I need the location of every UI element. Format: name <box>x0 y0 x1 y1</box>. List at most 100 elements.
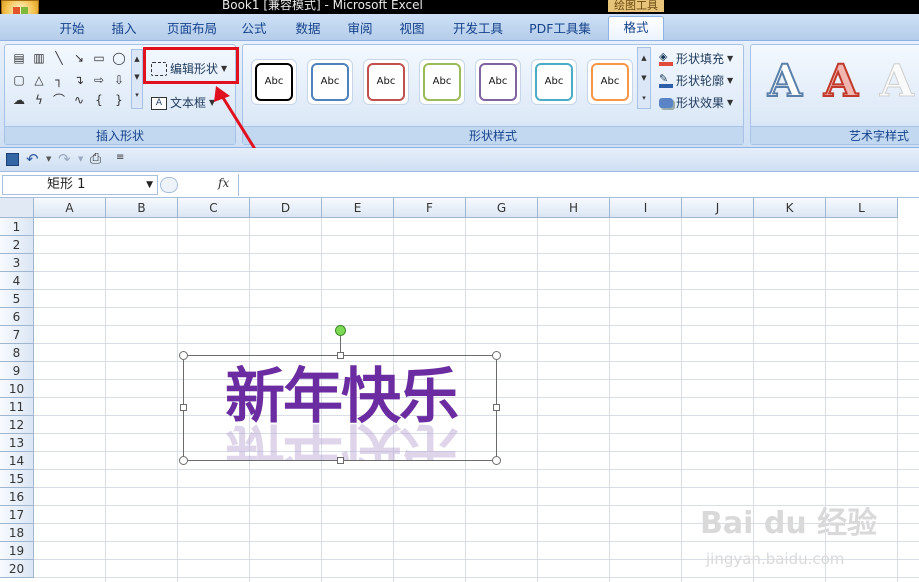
curve-shape-icon[interactable]: ∿ <box>71 93 87 107</box>
text-box-button[interactable]: A 文本框 ▼ <box>151 93 215 113</box>
row-header-16[interactable]: 16 <box>0 488 34 506</box>
shape-style-1[interactable]: Abc <box>251 59 297 105</box>
column-header-A[interactable]: A <box>34 198 106 218</box>
column-header-D[interactable]: D <box>250 198 322 218</box>
row-header-15[interactable]: 15 <box>0 470 34 488</box>
column-header-L[interactable]: L <box>826 198 898 218</box>
column-header-C[interactable]: C <box>178 198 250 218</box>
vertical-textbox-icon[interactable]: ▥ <box>31 51 47 65</box>
tab-developer[interactable]: 开发工具 <box>446 18 510 40</box>
row-header-1[interactable]: 1 <box>0 218 34 236</box>
resize-handle-bottom-left[interactable] <box>179 456 188 465</box>
resize-handle-top-right[interactable] <box>492 351 501 360</box>
row-header-3[interactable]: 3 <box>0 254 34 272</box>
row-header-11[interactable]: 11 <box>0 398 34 416</box>
row-header-18[interactable]: 18 <box>0 524 34 542</box>
undo-icon[interactable]: ↶ <box>26 150 39 168</box>
resize-handle-bottom[interactable] <box>337 457 344 464</box>
resize-handle-right[interactable] <box>493 404 500 411</box>
name-box[interactable]: 矩形 1 ▼ <box>2 175 158 195</box>
row-header-5[interactable]: 5 <box>0 290 34 308</box>
row-header-13[interactable]: 13 <box>0 434 34 452</box>
tab-data[interactable]: 数据 <box>288 18 328 40</box>
tab-formulas[interactable]: 公式 <box>236 18 272 40</box>
column-header-I[interactable]: I <box>610 198 682 218</box>
formula-resize-handle[interactable] <box>160 177 178 193</box>
row-header-19[interactable]: 19 <box>0 542 34 560</box>
resize-handle-left[interactable] <box>180 404 187 411</box>
tab-review[interactable]: 审阅 <box>342 18 378 40</box>
styles-gallery-scroll[interactable]: ▲ ▼ ▾ <box>637 47 651 109</box>
oval-shape-icon[interactable]: ◯ <box>111 51 127 65</box>
row-header-10[interactable]: 10 <box>0 380 34 398</box>
tab-view[interactable]: 视图 <box>394 18 430 40</box>
row-header-2[interactable]: 2 <box>0 236 34 254</box>
shape-style-3[interactable]: Abc <box>363 59 409 105</box>
tab-pdf-tools[interactable]: PDF工具集 <box>524 18 596 40</box>
rectangle-shape-icon[interactable]: ▭ <box>91 51 107 65</box>
wordart-style-white[interactable]: A <box>871 56 919 107</box>
shape-style-5[interactable]: Abc <box>475 59 521 105</box>
scribble-shape-icon[interactable]: ϟ <box>31 93 47 107</box>
elbow-arrow-icon[interactable]: ↴ <box>71 73 87 87</box>
row-header-8[interactable]: 8 <box>0 344 34 362</box>
column-header-B[interactable]: B <box>106 198 178 218</box>
tab-insert[interactable]: 插入 <box>104 18 144 40</box>
column-header-F[interactable]: F <box>394 198 466 218</box>
tab-home[interactable]: 开始 <box>52 18 92 40</box>
rotation-handle[interactable] <box>335 325 346 336</box>
print-preview-icon[interactable]: ⎙ <box>90 151 101 167</box>
row-header-14[interactable]: 14 <box>0 452 34 470</box>
right-brace-shape-icon[interactable]: } <box>111 93 127 107</box>
row-header-17[interactable]: 17 <box>0 506 34 524</box>
shape-style-4[interactable]: Abc <box>419 59 465 105</box>
row-header-6[interactable]: 6 <box>0 308 34 326</box>
resize-handle-bottom-right[interactable] <box>492 456 501 465</box>
selected-shape[interactable]: 新年快乐 新年快乐 <box>183 355 497 461</box>
shape-effects-button[interactable]: 形状效果 ▼ <box>659 93 733 113</box>
row-header-4[interactable]: 4 <box>0 272 34 290</box>
save-icon[interactable] <box>6 153 19 166</box>
line-shape-icon[interactable]: ╲ <box>51 51 67 65</box>
elbow-connector-icon[interactable]: ┐ <box>51 73 67 87</box>
column-header-G[interactable]: G <box>466 198 538 218</box>
wordart-style-outline[interactable]: A <box>759 56 811 108</box>
tab-page-layout[interactable]: 页面布局 <box>160 18 224 40</box>
redo-dropdown-icon[interactable]: ▼ <box>78 155 83 163</box>
freeform-shape-icon[interactable]: ☁ <box>11 93 27 107</box>
resize-handle-top-left[interactable] <box>179 351 188 360</box>
shapes-gallery-scroll[interactable]: ▲ ▼ ▾ <box>131 49 143 109</box>
select-all-corner[interactable] <box>0 198 34 218</box>
wordart-style-red[interactable]: A <box>815 56 867 108</box>
shape-styles-gallery[interactable]: Abc Abc Abc Abc Abc Abc Abc <box>247 45 651 119</box>
triangle-shape-icon[interactable]: △ <box>31 73 47 87</box>
arc-shape-icon[interactable]: ⌒ <box>51 93 67 107</box>
shape-outline-button[interactable]: ✎ 形状轮廓 ▼ <box>659 71 733 91</box>
row-header-7[interactable]: 7 <box>0 326 34 344</box>
column-header-J[interactable]: J <box>682 198 754 218</box>
brace-shape-icon[interactable]: { <box>91 93 107 107</box>
row-header-12[interactable]: 12 <box>0 416 34 434</box>
shape-fill-button[interactable]: ◈ 形状填充 ▼ <box>659 49 733 69</box>
right-arrow-shape-icon[interactable]: ⇨ <box>91 73 107 87</box>
column-header-E[interactable]: E <box>322 198 394 218</box>
shape-style-6[interactable]: Abc <box>531 59 577 105</box>
shape-text[interactable]: 新年快乐 <box>184 364 498 430</box>
redo-icon[interactable]: ↷ <box>58 150 71 168</box>
rounded-rect-icon[interactable]: ▢ <box>11 73 27 87</box>
shape-style-7[interactable]: Abc <box>587 59 633 105</box>
shape-style-2[interactable]: Abc <box>307 59 353 105</box>
undo-dropdown-icon[interactable]: ▼ <box>46 155 51 163</box>
textbox-shape-icon[interactable]: ▤ <box>11 51 27 65</box>
column-header-H[interactable]: H <box>538 198 610 218</box>
column-header-K[interactable]: K <box>754 198 826 218</box>
arrow-line-icon[interactable]: ↘ <box>71 51 87 65</box>
insert-function-icon[interactable]: fx <box>218 176 229 190</box>
customize-toolbar-icon[interactable]: ≡ <box>116 152 124 163</box>
down-arrow-shape-icon[interactable]: ⇩ <box>111 73 127 87</box>
name-box-dropdown-icon[interactable]: ▼ <box>146 176 153 194</box>
tab-format[interactable]: 格式 <box>608 16 664 42</box>
row-header-9[interactable]: 9 <box>0 362 34 380</box>
row-header-20[interactable]: 20 <box>0 560 34 578</box>
formula-input[interactable] <box>238 174 918 196</box>
